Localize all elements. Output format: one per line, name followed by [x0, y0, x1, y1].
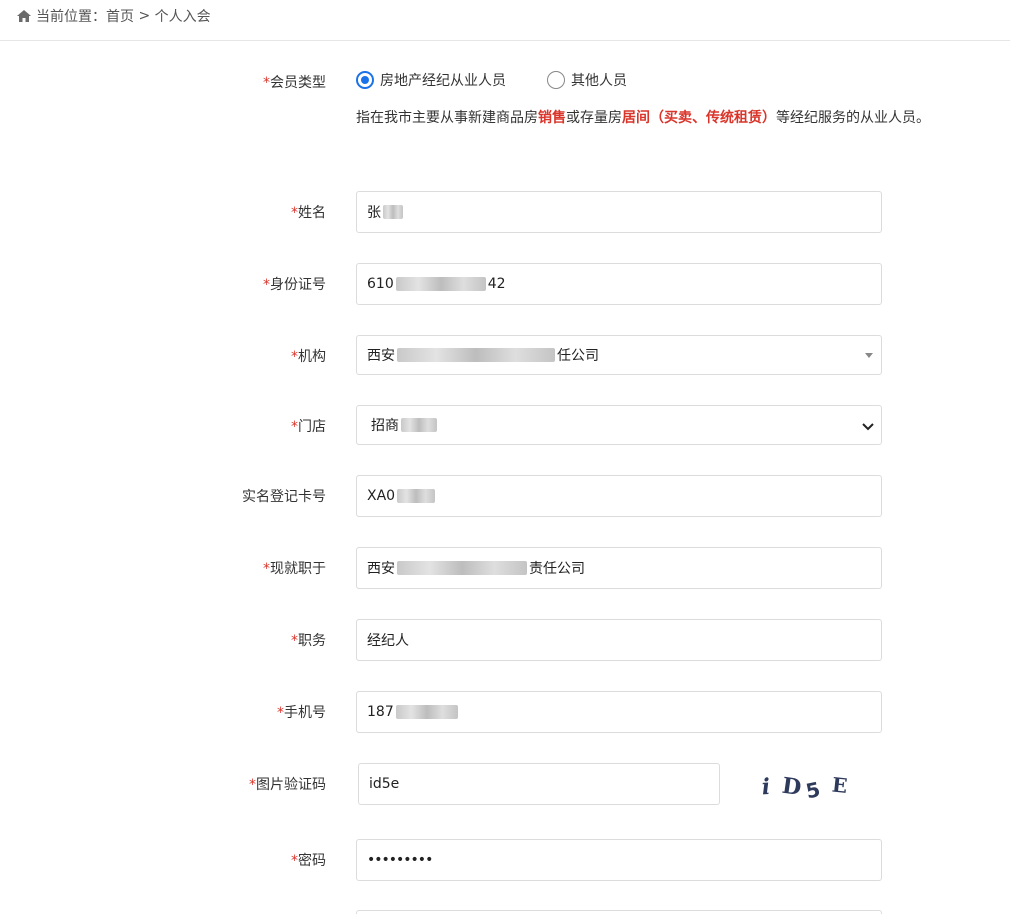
breadcrumb-separator: >: [134, 8, 155, 24]
member-type-label: *会员类型: [263, 75, 326, 91]
member-type-hint: 指在我市主要从事新建商品房销售或存量房居间（买卖、传统租赁）等经纪服务的从业人员…: [356, 110, 930, 126]
redacted-text: [383, 205, 403, 219]
phone-input[interactable]: 187: [356, 691, 882, 733]
svg-text:5: 5: [804, 777, 823, 800]
breadcrumb-prefix: 当前位置：: [36, 9, 106, 25]
name-label: *姓名: [291, 205, 326, 221]
position-input[interactable]: 经纪人: [356, 619, 882, 661]
reg-card-input[interactable]: XA0: [356, 475, 882, 517]
breadcrumb: 当前位置： 首页 > 个人入会: [16, 6, 211, 26]
password-label: *密码: [291, 853, 326, 869]
employer-input[interactable]: 西安 责任公司: [356, 547, 882, 589]
phone-label: *手机号: [277, 705, 326, 721]
reg-card-label: 实名登记卡号: [242, 489, 326, 505]
redacted-text: [397, 489, 436, 503]
redacted-text: [397, 348, 555, 362]
breadcrumb-current: 个人入会: [154, 9, 211, 25]
dropdown-caret-icon: [865, 353, 873, 358]
redacted-text: [395, 705, 458, 719]
radio-other-personnel[interactable]: 其他人员: [547, 70, 627, 90]
redacted-text: [401, 418, 437, 432]
password-input[interactable]: •••••••••: [356, 839, 882, 881]
store-label: *门店: [291, 419, 326, 435]
next-field-partial[interactable]: [356, 910, 882, 914]
store-select[interactable]: 招商: [356, 405, 882, 445]
radio-dot-selected[interactable]: [356, 71, 374, 89]
position-label: *职务: [291, 633, 326, 649]
id-number-input[interactable]: 610 42: [356, 263, 882, 305]
captcha-image[interactable]: i D 5 E: [758, 770, 854, 800]
svg-text:D: D: [780, 773, 803, 800]
breadcrumb-home-link[interactable]: 首页: [106, 6, 134, 26]
chevron-down-icon: [862, 423, 874, 431]
org-label: *机构: [291, 349, 326, 365]
captcha-input[interactable]: id5e: [358, 763, 720, 805]
radio-real-estate-agent[interactable]: 房地产经纪从业人员: [356, 70, 506, 90]
home-icon: [17, 10, 31, 22]
name-input[interactable]: 张: [356, 191, 882, 233]
id-number-label: *身份证号: [263, 277, 326, 293]
radio-dot[interactable]: [547, 71, 565, 89]
employer-label: *现就职于: [263, 561, 326, 577]
org-select[interactable]: 西安 任公司: [356, 335, 882, 375]
redacted-text: [397, 561, 527, 575]
header-divider: [0, 40, 1010, 41]
svg-text:i: i: [761, 774, 771, 800]
captcha-label: *图片验证码: [249, 777, 326, 793]
redacted-text: [395, 277, 486, 291]
svg-text:E: E: [831, 772, 849, 797]
